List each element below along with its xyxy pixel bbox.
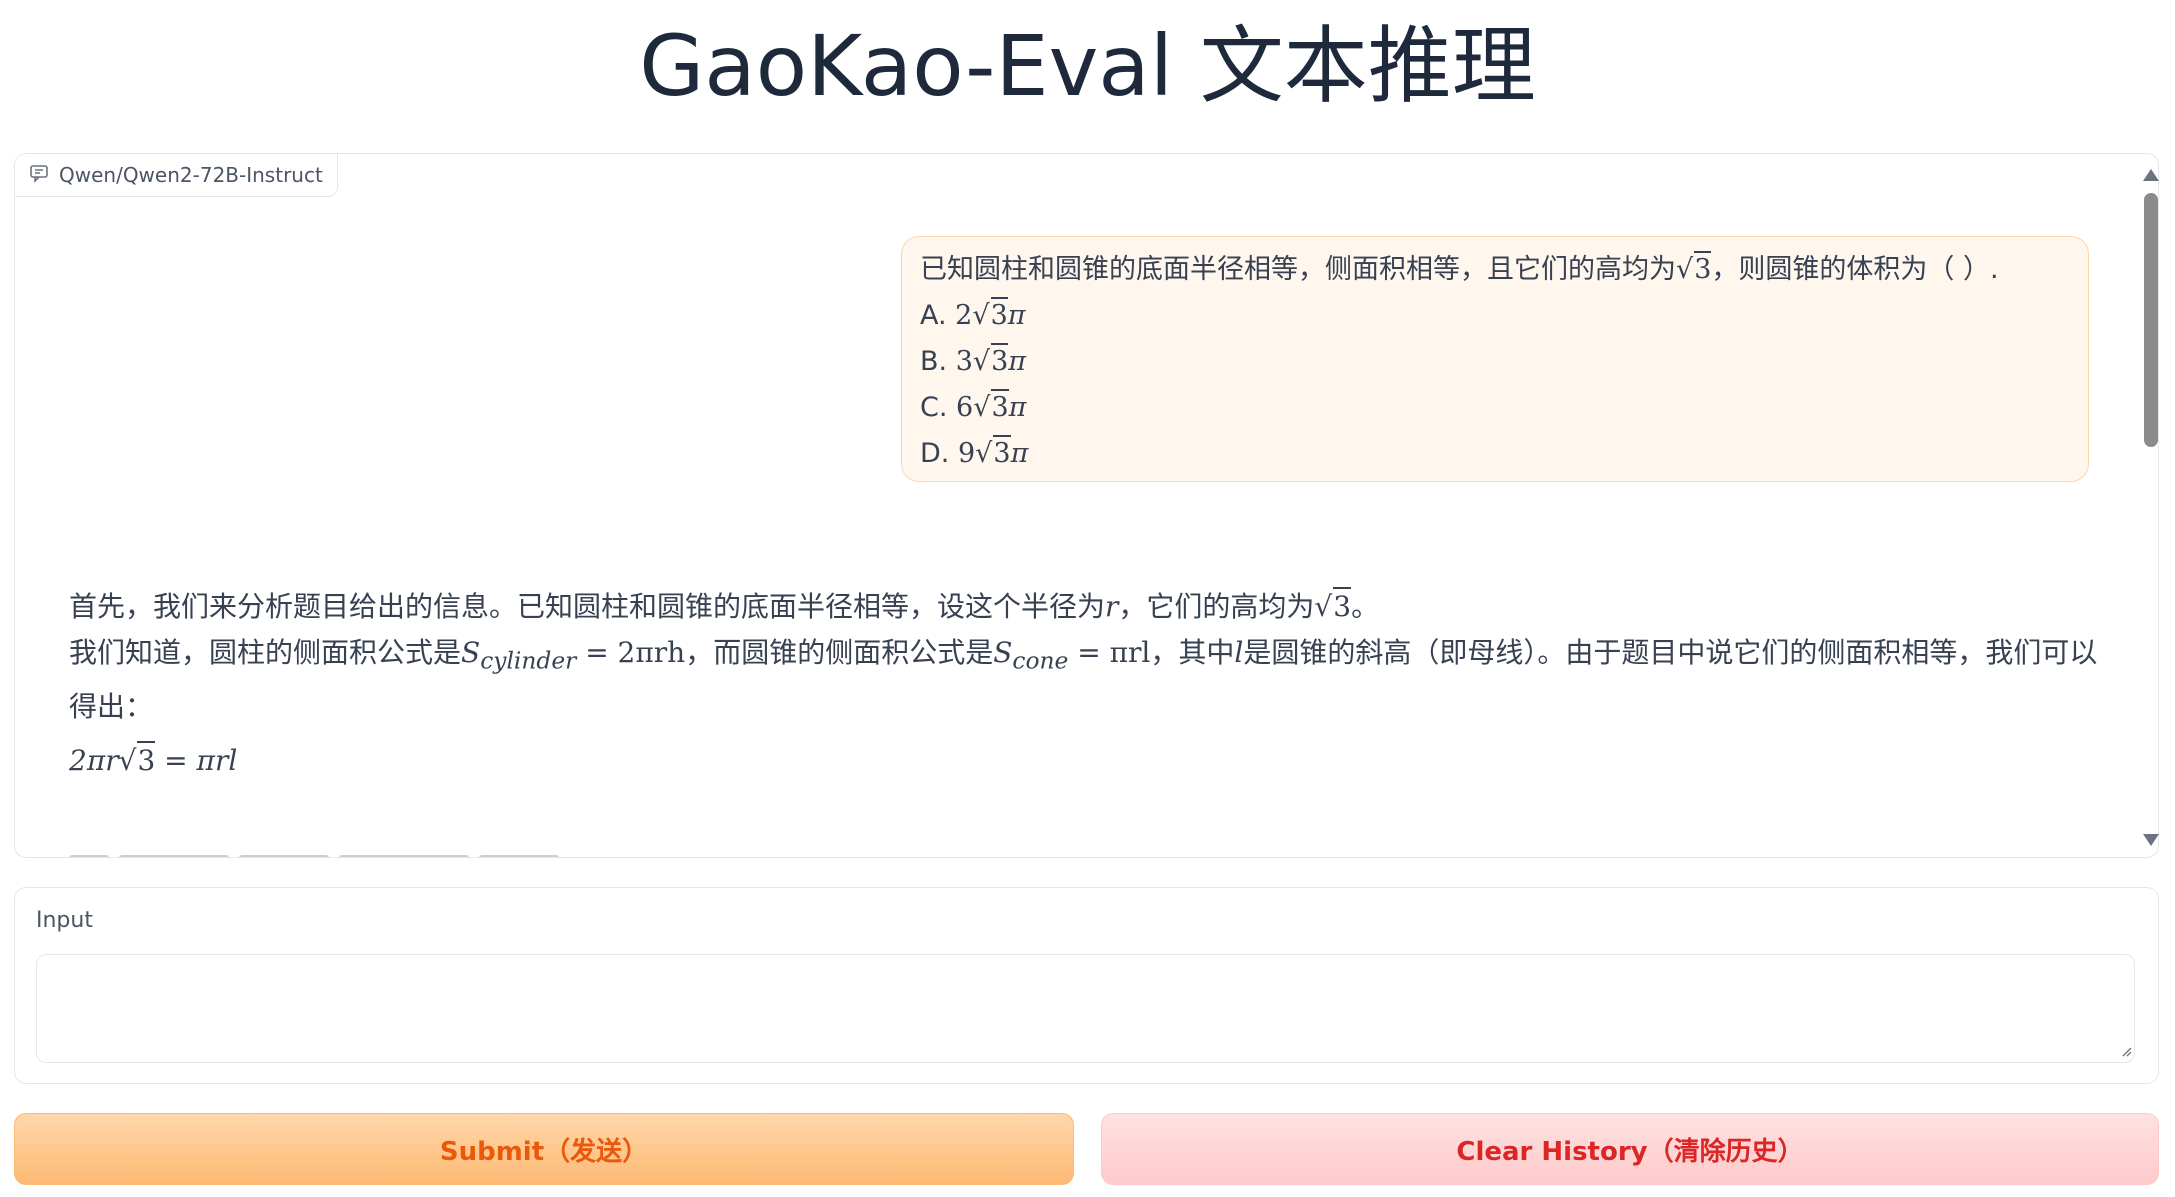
user-message: 已知圆柱和圆锥的底面半径相等，侧面积相等，且它们的高均为√3，则圆锥的体积为（ … [901,236,2089,482]
chatbot-panel[interactable]: Qwen/Qwen2-72B-Instruct 已知圆柱和圆锥的底面半径相等，侧… [14,153,2159,858]
bot-line-2: 我们知道，圆柱的侧面积公式是Scylinder = 2πrh，而圆锥的侧面积公式… [69,636,2098,675]
option-a: A. 2√3π [920,293,2070,339]
option-c: C. 6√3π [920,385,2070,431]
bot-equation: 2πr√3 = πrl [69,738,2109,784]
page-title: GaoKao-Eval 文本推理 [639,17,1536,115]
chatbot-label: Qwen/Qwen2-72B-Instruct [15,154,338,197]
input-panel: Input [14,887,2159,1084]
resize-grip-icon[interactable] [2120,1045,2132,1057]
bot-message: 首先，我们来分析题目给出的信息。已知圆柱和圆锥的底面半径相等，设这个半径为r，它… [69,584,2109,784]
clear-history-button[interactable]: Clear History（清除历史） [1101,1113,2159,1185]
question-text: 已知圆柱和圆锥的底面半径相等，侧面积相等，且它们的高均为√3，则圆锥的体积为（ … [920,247,2070,293]
scroll-up-arrow-icon[interactable] [2143,169,2159,181]
clipped-text-line [69,846,589,857]
scrollbar-thumb[interactable] [2144,193,2158,447]
chat-bubble-icon [29,163,49,188]
chat-scrollbar[interactable] [2139,165,2161,850]
scroll-down-arrow-icon[interactable] [2143,834,2159,846]
bot-line-1: 首先，我们来分析题目给出的信息。已知圆柱和圆锥的底面半径相等，设这个半径为r，它… [69,584,2109,630]
submit-button[interactable]: Submit（发送） [14,1113,1074,1185]
input-textarea[interactable] [36,954,2135,1063]
option-d: D. 9√3π [920,431,2070,477]
model-name: Qwen/Qwen2-72B-Instruct [59,163,323,187]
input-label: Input [36,908,93,933]
bot-line-3: 得出： [69,689,154,723]
option-b: B. 3√3π [920,339,2070,385]
